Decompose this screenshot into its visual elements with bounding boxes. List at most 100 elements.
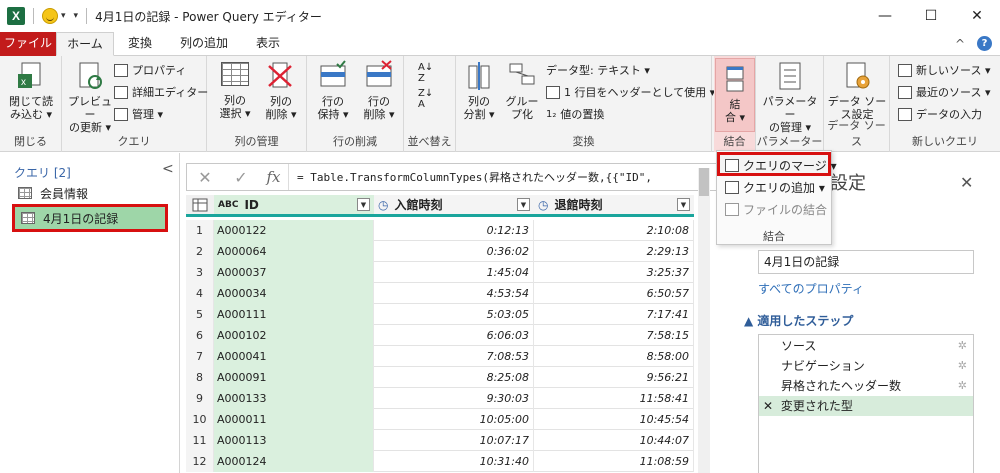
entry-time-cell[interactable]: 8:25:08 bbox=[374, 367, 534, 388]
qat-dropdown-icon[interactable]: ▾ bbox=[61, 11, 66, 21]
entry-time-cell[interactable]: 1:45:04 bbox=[374, 262, 534, 283]
table-row[interactable]: 12 A000124 10:31:40 11:08:59 bbox=[186, 451, 694, 472]
table-row[interactable]: 11 A000113 10:07:17 10:44:07 bbox=[186, 430, 694, 451]
append-queries-item[interactable]: クエリの追加 ▾ bbox=[725, 179, 825, 196]
choose-columns-button[interactable]: 列の 選択 ▾ bbox=[213, 60, 257, 120]
exit-time-cell[interactable]: 2:29:13 bbox=[534, 241, 694, 262]
grid-scrollbar[interactable] bbox=[698, 168, 710, 473]
tab-file[interactable]: ファイル bbox=[0, 32, 56, 56]
table-row[interactable]: 8 A000091 8:25:08 9:56:21 bbox=[186, 367, 694, 388]
split-column-button[interactable]: 列の 分割 ▾ bbox=[458, 60, 500, 121]
entry-time-cell[interactable]: 0:12:13 bbox=[374, 220, 534, 241]
row-number-cell[interactable]: 2 bbox=[186, 241, 214, 262]
entry-time-cell[interactable]: 10:05:00 bbox=[374, 409, 534, 430]
row-number-cell[interactable]: 11 bbox=[186, 430, 214, 451]
tab-transform[interactable]: 変換 bbox=[116, 32, 164, 56]
column-filter-icon[interactable]: ▼ bbox=[677, 198, 690, 211]
exit-time-cell[interactable]: 10:44:07 bbox=[534, 430, 694, 451]
id-cell[interactable]: A000133 bbox=[214, 388, 374, 409]
group-by-button[interactable]: グルー プ化 bbox=[502, 60, 542, 121]
query-item-members[interactable]: 会員情報 bbox=[18, 183, 88, 203]
table-row[interactable]: 7 A000041 7:08:53 8:58:00 bbox=[186, 346, 694, 367]
commit-formula-icon[interactable]: ✓ bbox=[223, 168, 259, 187]
smiley-feedback-icon[interactable] bbox=[42, 8, 58, 24]
table-row[interactable]: 5 A000111 5:03:05 7:17:41 bbox=[186, 304, 694, 325]
exit-time-cell[interactable]: 11:08:59 bbox=[534, 451, 694, 472]
id-cell[interactable]: A000091 bbox=[214, 367, 374, 388]
entry-time-cell[interactable]: 10:07:17 bbox=[374, 430, 534, 451]
id-cell[interactable]: A000111 bbox=[214, 304, 374, 325]
gear-icon[interactable]: ✲ bbox=[958, 356, 967, 376]
entry-time-cell[interactable]: 10:31:40 bbox=[374, 451, 534, 472]
step-promoted-headers[interactable]: 昇格されたヘッダー数 ✲ bbox=[759, 376, 973, 396]
column-filter-icon[interactable]: ▼ bbox=[357, 198, 370, 211]
table-row[interactable]: 3 A000037 1:45:04 3:25:37 bbox=[186, 262, 694, 283]
tab-home[interactable]: ホーム bbox=[56, 32, 114, 56]
data-source-settings-button[interactable]: データ ソー ス設定 bbox=[826, 60, 888, 121]
keep-rows-button[interactable]: 行の 保持 ▾ bbox=[311, 60, 355, 121]
maximize-button[interactable]: ☐ bbox=[908, 0, 954, 32]
sort-ascending-button[interactable]: A↓ Z bbox=[418, 62, 433, 84]
id-cell[interactable]: A000011 bbox=[214, 409, 374, 430]
recent-sources-button[interactable]: 最近のソース ▾ bbox=[898, 84, 990, 100]
tab-view[interactable]: 表示 bbox=[246, 32, 290, 56]
row-number-cell[interactable]: 9 bbox=[186, 388, 214, 409]
combine-files-item[interactable]: ファイルの結合 bbox=[725, 201, 827, 218]
table-row[interactable]: 10 A000011 10:05:00 10:45:54 bbox=[186, 409, 694, 430]
row-number-cell[interactable]: 1 bbox=[186, 220, 214, 241]
table-row[interactable]: 4 A000034 4:53:54 6:50:57 bbox=[186, 283, 694, 304]
manage-parameters-button[interactable]: パラメーター の管理 ▾ bbox=[758, 60, 822, 134]
properties-button[interactable]: プロパティ bbox=[114, 62, 186, 78]
id-cell[interactable]: A000034 bbox=[214, 283, 374, 304]
all-properties-link[interactable]: すべてのプロパティ bbox=[758, 280, 864, 297]
collapse-pane-icon[interactable]: < bbox=[162, 161, 174, 177]
exit-time-cell[interactable]: 11:58:41 bbox=[534, 388, 694, 409]
id-cell[interactable]: A000113 bbox=[214, 430, 374, 451]
exit-time-cell[interactable]: 7:58:15 bbox=[534, 325, 694, 346]
table-row[interactable]: 9 A000133 9:30:03 11:58:41 bbox=[186, 388, 694, 409]
exit-time-cell[interactable]: 3:25:37 bbox=[534, 262, 694, 283]
data-type-button[interactable]: データ型: テキスト ▾ bbox=[546, 62, 650, 78]
refresh-preview-button[interactable]: プレビュー の更新 ▾ bbox=[64, 60, 116, 134]
cancel-formula-icon[interactable]: ✕ bbox=[187, 168, 223, 187]
table-row[interactable]: 2 A000064 0:36:02 2:29:13 bbox=[186, 241, 694, 262]
entry-time-cell[interactable]: 9:30:03 bbox=[374, 388, 534, 409]
exit-time-cell[interactable]: 10:45:54 bbox=[534, 409, 694, 430]
minimize-button[interactable]: — bbox=[862, 0, 908, 32]
fx-icon[interactable]: fx bbox=[259, 164, 289, 190]
step-source[interactable]: ソース ✲ bbox=[759, 336, 973, 356]
exit-time-cell[interactable]: 7:17:41 bbox=[534, 304, 694, 325]
column-header-exit[interactable]: ◷ 退館時刻 ▼ bbox=[534, 195, 694, 217]
id-cell[interactable]: A000041 bbox=[214, 346, 374, 367]
remove-rows-button[interactable]: 行の 削除 ▾ bbox=[357, 60, 401, 121]
gear-icon[interactable]: ✲ bbox=[958, 376, 967, 396]
exit-time-cell[interactable]: 9:56:21 bbox=[534, 367, 694, 388]
remove-columns-button[interactable]: 列の 削除 ▾ bbox=[259, 60, 303, 121]
row-number-cell[interactable]: 6 bbox=[186, 325, 214, 346]
exit-time-cell[interactable]: 2:10:08 bbox=[534, 220, 694, 241]
sort-descending-button[interactable]: Z↓ A bbox=[418, 88, 433, 110]
id-cell[interactable]: A000124 bbox=[214, 451, 374, 472]
entry-time-cell[interactable]: 5:03:05 bbox=[374, 304, 534, 325]
row-number-cell[interactable]: 5 bbox=[186, 304, 214, 325]
replace-values-button[interactable]: 1₂ 値の置換 bbox=[546, 106, 604, 122]
row-number-cell[interactable]: 7 bbox=[186, 346, 214, 367]
enter-data-button[interactable]: データの入力 bbox=[898, 106, 982, 122]
table-row[interactable]: 6 A000102 6:06:03 7:58:15 bbox=[186, 325, 694, 346]
manage-button[interactable]: 管理 ▾ bbox=[114, 106, 163, 122]
gear-icon[interactable]: ✲ bbox=[958, 336, 967, 356]
row-number-cell[interactable]: 3 bbox=[186, 262, 214, 283]
tab-add-column[interactable]: 列の追加 bbox=[170, 32, 238, 56]
entry-time-cell[interactable]: 7:08:53 bbox=[374, 346, 534, 367]
column-header-entry[interactable]: ◷ 入館時刻 ▼ bbox=[374, 195, 534, 217]
column-filter-icon[interactable]: ▼ bbox=[517, 198, 530, 211]
entry-time-cell[interactable]: 4:53:54 bbox=[374, 283, 534, 304]
table-menu-icon[interactable] bbox=[186, 195, 214, 217]
use-first-row-headers-button[interactable]: 1 行目をヘッダーとして使用 ▾ bbox=[546, 84, 715, 100]
applied-steps-header[interactable]: ▲ 適用したステップ bbox=[744, 312, 853, 329]
row-number-cell[interactable]: 10 bbox=[186, 409, 214, 430]
exit-time-cell[interactable]: 6:50:57 bbox=[534, 283, 694, 304]
row-number-cell[interactable]: 12 bbox=[186, 451, 214, 472]
id-cell[interactable]: A000037 bbox=[214, 262, 374, 283]
close-settings-icon[interactable]: ✕ bbox=[960, 173, 973, 192]
